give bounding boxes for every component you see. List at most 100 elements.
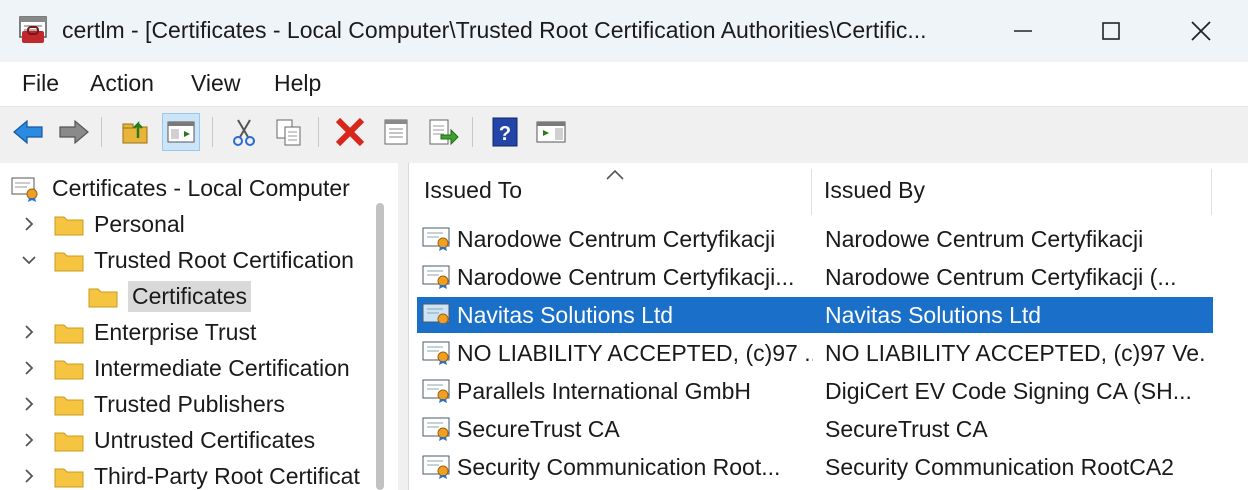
- forward-button[interactable]: [55, 113, 93, 151]
- folder-icon: [54, 468, 84, 488]
- tree-item-untrusted-certificates[interactable]: Untrusted Certificates: [18, 423, 315, 457]
- tree-item-certificates[interactable]: Certificates: [88, 279, 252, 313]
- tree-scrollbar[interactable]: [376, 203, 384, 490]
- title-bar: certlm - [Certificates - Local Computer\…: [0, 0, 1248, 62]
- back-button[interactable]: [9, 113, 47, 151]
- cell-issued-by: Narodowe Centrum Certyfikacji: [825, 226, 1144, 252]
- certificate-icon: [422, 227, 450, 251]
- cell-issued-to: SecureTrust CA: [457, 416, 620, 442]
- tree-item-trusted-publishers[interactable]: Trusted Publishers: [18, 387, 285, 421]
- chevron-right-icon[interactable]: [18, 321, 40, 343]
- delete-icon: [335, 117, 365, 147]
- chevron-right-icon[interactable]: [18, 465, 40, 487]
- properties-button[interactable]: [377, 113, 415, 151]
- show-hide-tree-icon: [167, 121, 195, 143]
- cell-issued-by: DigiCert EV Code Signing CA (SH...: [825, 378, 1192, 404]
- tree-item-trusted-root[interactable]: Trusted Root Certification: [18, 243, 354, 277]
- chevron-right-icon[interactable]: [18, 357, 40, 379]
- menu-file[interactable]: File: [22, 70, 59, 97]
- up-folder-icon: [122, 120, 148, 144]
- sort-ascending-icon: [606, 169, 624, 180]
- table-row[interactable]: Navitas Solutions Ltd Navitas Solutions L…: [417, 297, 1213, 333]
- svg-text:?: ?: [499, 123, 511, 145]
- folder-icon: [54, 432, 84, 452]
- column-divider[interactable]: [811, 169, 812, 215]
- close-icon: [1191, 21, 1211, 41]
- certificate-icon: [422, 455, 450, 479]
- delete-button[interactable]: [331, 113, 369, 151]
- tree-item-third-party-root[interactable]: Third-Party Root Certificat: [18, 459, 360, 490]
- cell-issued-by: Narodowe Centrum Certyfikacji (...: [825, 264, 1177, 290]
- help-icon: ?: [492, 117, 518, 147]
- copy-icon: [276, 119, 301, 146]
- folder-icon: [54, 360, 84, 380]
- cell-issued-to: Parallels International GmbH: [457, 378, 752, 404]
- menu-view[interactable]: View: [191, 70, 240, 97]
- tree-root-certificates-local-computer[interactable]: Certificates - Local Computer: [10, 171, 350, 205]
- certificate-icon: [422, 265, 450, 289]
- show-hide-console-tree-button[interactable]: [162, 113, 200, 151]
- properties-icon: [384, 119, 408, 145]
- chevron-right-icon[interactable]: [18, 213, 40, 235]
- toolbar-separator: [472, 117, 473, 147]
- folder-icon: [54, 324, 84, 344]
- table-row[interactable]: Narodowe Centrum Certyfikacji... Narodowe…: [417, 259, 1213, 295]
- minimize-button[interactable]: [976, 0, 1070, 62]
- tree-item-enterprise-trust[interactable]: Enterprise Trust: [18, 315, 256, 349]
- minimize-icon: [1014, 30, 1032, 32]
- up-one-level-button[interactable]: [116, 113, 154, 151]
- action-pane-icon: [536, 121, 566, 143]
- menu-action[interactable]: Action: [90, 70, 154, 97]
- toolbar-separator: [101, 117, 102, 147]
- chevron-right-icon[interactable]: [18, 393, 40, 415]
- cell-issued-by: SecureTrust CA: [825, 416, 988, 442]
- cell-issued-to: NO LIABILITY ACCEPTED, (c)97 ...: [457, 340, 813, 366]
- cell-issued-to: Navitas Solutions Ltd: [457, 302, 674, 328]
- column-divider[interactable]: [1211, 169, 1212, 215]
- column-header-issued-by[interactable]: Issued By: [824, 163, 1204, 217]
- folder-icon: [54, 396, 84, 416]
- close-button[interactable]: [1154, 0, 1248, 62]
- certlm-app-icon: [19, 16, 47, 43]
- table-row[interactable]: Parallels International GmbH DigiCert EV …: [417, 373, 1213, 409]
- folder-icon: [54, 252, 84, 272]
- table-row[interactable]: Narodowe Centrum Certyfikacji Narodowe Ce…: [417, 221, 1213, 257]
- certificates-snapin-icon: [11, 177, 38, 202]
- show-hide-action-pane-button[interactable]: [532, 113, 570, 151]
- cell-issued-to: Narodowe Centrum Certyfikacji: [457, 226, 776, 252]
- maximize-icon: [1102, 22, 1120, 40]
- folder-icon: [88, 288, 118, 308]
- cell-issued-to: Security Communication Root...: [457, 454, 781, 480]
- cell-issued-by: Security Communication RootCA2: [825, 454, 1174, 480]
- back-arrow-icon: [13, 119, 43, 145]
- help-button[interactable]: ?: [486, 113, 524, 151]
- cell-issued-to: Narodowe Centrum Certyfikacji...: [457, 264, 795, 290]
- table-row[interactable]: SecureTrust CA SecureTrust CA: [417, 411, 1213, 447]
- chevron-right-icon[interactable]: [18, 429, 40, 451]
- menu-help[interactable]: Help: [274, 70, 321, 97]
- certificate-icon: [422, 379, 450, 403]
- toolbar-separator: [318, 117, 319, 147]
- table-row[interactable]: Security Communication Root... Security C…: [417, 449, 1213, 485]
- export-list-button[interactable]: [424, 113, 462, 151]
- toolbar: ?: [0, 107, 1248, 157]
- console-tree: Certificates - Local Computer Personal T…: [0, 163, 399, 490]
- folder-icon: [54, 216, 84, 236]
- cut-button[interactable]: [225, 113, 263, 151]
- certificate-list: Issued To Issued By Narodowe Centrum Cer…: [408, 163, 1248, 490]
- cut-icon: [233, 119, 255, 146]
- toolbar-separator: [212, 117, 213, 147]
- forward-arrow-icon: [59, 119, 89, 145]
- tree-item-intermediate-certification[interactable]: Intermediate Certification: [18, 351, 350, 385]
- cell-issued-by: Navitas Solutions Ltd: [825, 302, 1042, 328]
- export-list-icon: [429, 119, 459, 146]
- tree-item-personal[interactable]: Personal: [18, 207, 185, 241]
- menu-bar: File Action View Help: [0, 62, 1248, 107]
- pane-splitter[interactable]: [398, 163, 408, 490]
- table-row[interactable]: NO LIABILITY ACCEPTED, (c)97 ... NO LIABI…: [417, 335, 1213, 371]
- copy-button[interactable]: [270, 113, 308, 151]
- chevron-down-icon[interactable]: [18, 249, 40, 271]
- maximize-button[interactable]: [1064, 0, 1158, 62]
- cell-issued-by: NO LIABILITY ACCEPTED, (c)97 Ve...: [825, 340, 1205, 366]
- certificate-icon: [422, 417, 450, 441]
